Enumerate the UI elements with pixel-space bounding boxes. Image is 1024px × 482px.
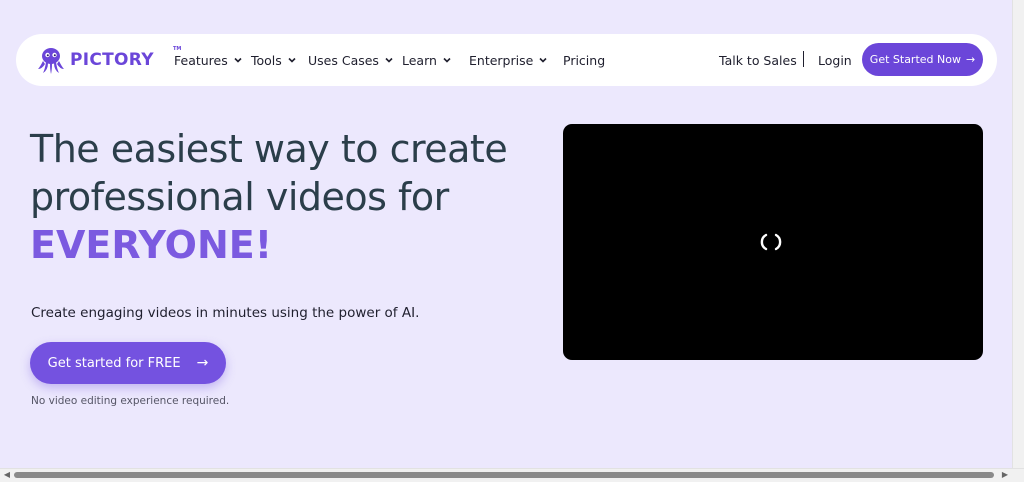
navbar: PICTORY TM Features Tools Uses Cases Lea… <box>16 34 997 86</box>
hero-title-accent: EVERYONE! <box>30 223 273 267</box>
nav-features-label: Features <box>174 52 228 68</box>
nav-tools-label: Tools <box>251 52 282 68</box>
talk-to-sales-link[interactable]: Talk to Sales <box>719 34 797 86</box>
nav-separator <box>803 51 804 67</box>
hero-title-line2: professional videos for <box>30 175 449 219</box>
nav-use-cases[interactable]: Uses Cases <box>308 34 393 86</box>
talk-to-sales-label: Talk to Sales <box>719 52 797 68</box>
login-label: Login <box>818 52 852 68</box>
scroll-left-icon[interactable]: ◀ <box>3 471 11 479</box>
nav-use-cases-label: Uses Cases <box>308 52 379 68</box>
get-started-free-button[interactable]: Get started for FREE → <box>30 342 226 384</box>
login-link[interactable]: Login <box>818 34 852 86</box>
video-player[interactable] <box>563 124 983 360</box>
get-started-now-label: Get Started Now <box>869 53 961 66</box>
hero-subtitle: Create engaging videos in minutes using … <box>31 305 420 321</box>
pictory-logo[interactable]: PICTORY TM <box>36 44 181 76</box>
chevron-down-icon <box>443 57 451 63</box>
nav-tools[interactable]: Tools <box>251 34 296 86</box>
hero-title-line1: The easiest way to create <box>30 127 508 171</box>
scroll-right-icon[interactable]: ▶ <box>1001 471 1009 479</box>
nav-features[interactable]: Features <box>174 34 242 86</box>
horizontal-scrollbar[interactable]: ◀ ▶ <box>0 468 1024 482</box>
arrow-right-icon: → <box>965 53 976 66</box>
loading-spinner-icon <box>760 233 782 251</box>
horizontal-scroll-thumb[interactable] <box>14 472 994 478</box>
arrow-right-icon: → <box>196 355 209 371</box>
page: PICTORY TM Features Tools Uses Cases Lea… <box>0 0 1012 468</box>
nav-pricing-label: Pricing <box>563 52 606 68</box>
chevron-down-icon <box>234 57 242 63</box>
vertical-scrollbar[interactable] <box>1012 0 1024 468</box>
chevron-down-icon <box>539 57 547 63</box>
hero-note: No video editing experience required. <box>31 395 230 407</box>
nav-enterprise-label: Enterprise <box>469 52 534 68</box>
nav-pricing[interactable]: Pricing <box>563 34 605 86</box>
get-started-now-button[interactable]: Get Started Now → <box>862 43 983 76</box>
nav-enterprise[interactable]: Enterprise <box>469 34 547 86</box>
get-started-free-label: Get started for FREE <box>47 355 181 371</box>
chevron-down-icon <box>288 57 296 63</box>
brand-name: PICTORY <box>70 50 154 70</box>
nav-learn[interactable]: Learn <box>402 34 451 86</box>
hero-title: The easiest way to create professional v… <box>30 125 550 269</box>
nav-learn-label: Learn <box>402 52 437 68</box>
octopus-icon <box>38 48 64 74</box>
chevron-down-icon <box>385 57 393 63</box>
